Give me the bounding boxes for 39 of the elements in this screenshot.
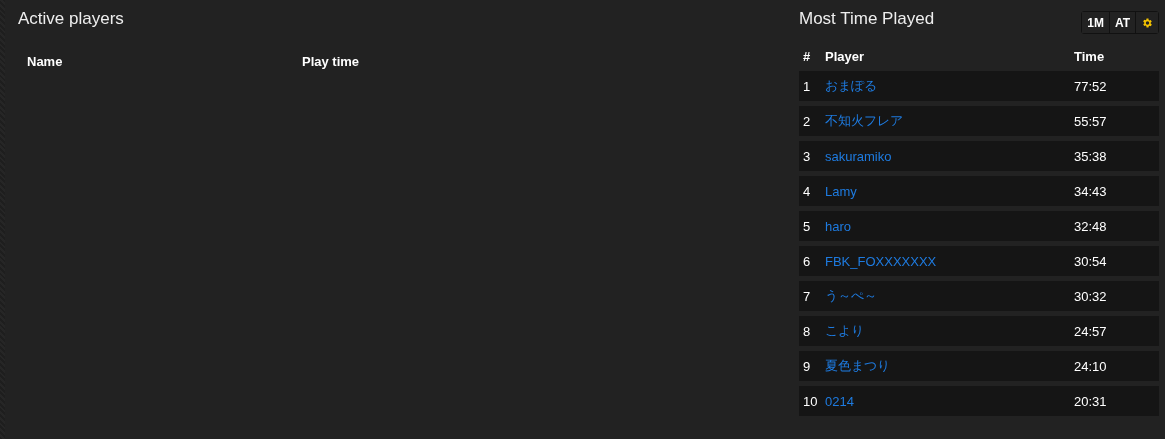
time-cell: 34:43 (1074, 183, 1107, 199)
time-cell: 77:52 (1074, 78, 1107, 94)
time-cell: 32:48 (1074, 218, 1107, 234)
panel-title: Most Time Played (799, 8, 935, 30)
column-header: Player (825, 48, 866, 64)
time-cell: 24:10 (1074, 358, 1107, 374)
time-cell: 35:38 (1074, 148, 1107, 164)
time-cell: 55:57 (1074, 113, 1107, 129)
rank-cell-text: 5 (802, 218, 812, 234)
rank-cell-text: 6 (802, 253, 812, 269)
player-link[interactable]: 夏色まつり (825, 357, 1074, 375)
player-link[interactable]: sakuramiko (825, 148, 1074, 164)
rank-cell-text: 3 (802, 148, 812, 164)
player-link[interactable]: う～ぺ～ (825, 287, 1074, 305)
player-link[interactable]: おまぽる (825, 77, 1074, 95)
time-cell: 30:32 (1074, 288, 1107, 304)
rank-cell-text: 9 (802, 358, 812, 374)
player-link[interactable]: 不知火フレア (825, 112, 1074, 130)
player-link[interactable]: 0214 (825, 393, 1074, 409)
column-header: Name (27, 53, 64, 69)
time-cell: 30:54 (1074, 253, 1107, 269)
column-header: Time (1074, 48, 1105, 64)
rank-cell-text: 10 (802, 393, 819, 409)
column-header: # (802, 48, 812, 64)
settings-icon (1141, 16, 1153, 29)
rank-cell-text: 2 (802, 113, 812, 129)
panel-title: Active players (18, 8, 125, 30)
rank-cell-text: 4 (802, 183, 812, 199)
rank-cell-text: 8 (802, 323, 812, 339)
time-cell: 24:57 (1074, 323, 1107, 339)
player-link[interactable]: haro (825, 218, 1074, 234)
time-cell: 20:31 (1074, 393, 1107, 409)
player-link[interactable]: FBK_FOXXXXXXX (825, 253, 1074, 269)
rank-cell-text: 7 (802, 288, 812, 304)
player-link[interactable]: Lamy (825, 183, 1074, 199)
player-link[interactable]: こより (825, 322, 1074, 340)
settings-button[interactable] (1135, 12, 1158, 33)
column-header: Play time (302, 53, 360, 69)
rank-cell-text: 1 (802, 78, 812, 94)
